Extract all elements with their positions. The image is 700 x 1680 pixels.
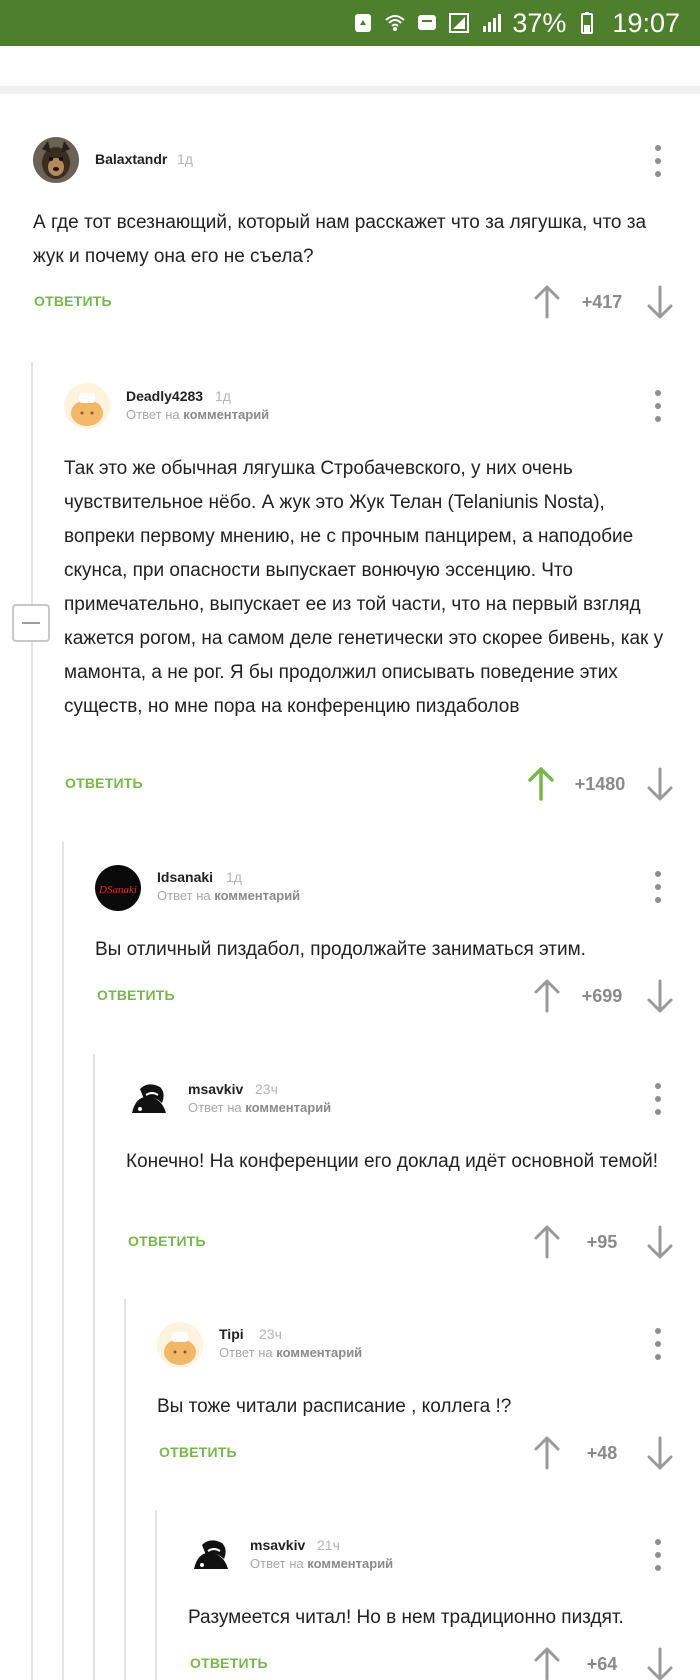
reply-to-prefix: Ответ на <box>126 407 180 422</box>
battery-percent: 37% <box>512 7 567 38</box>
comment-time: 1д <box>226 869 242 885</box>
status-bar: 37% 19:07 <box>0 0 700 46</box>
username[interactable]: Idsanaki <box>157 869 213 885</box>
reply-to-prefix: Ответ на <box>219 1345 273 1360</box>
comment-time: 23ч <box>255 1081 278 1097</box>
reply-to-link[interactable]: комментарий <box>214 888 300 903</box>
comment-score: +417 <box>581 292 623 312</box>
reply-button[interactable]: ОТВЕТИТЬ <box>128 1233 206 1249</box>
downvote-icon[interactable] <box>646 1436 674 1470</box>
reply-to-prefix: Ответ на <box>188 1100 242 1115</box>
message-icon <box>416 12 438 34</box>
recycle-notification-icon <box>352 12 374 34</box>
avatar[interactable] <box>33 137 79 183</box>
avatar[interactable]: DSanaki <box>95 865 141 911</box>
avatar[interactable] <box>64 383 110 429</box>
avatar[interactable] <box>126 1077 172 1123</box>
comment-text: А где тот всезнающий, который нам расска… <box>33 212 647 267</box>
comment-time: 1д <box>177 151 193 167</box>
thread-line <box>155 1510 157 1680</box>
wifi-icon <box>384 12 406 34</box>
reply-to-prefix: Ответ на <box>157 888 211 903</box>
username[interactable]: msavkiv <box>250 1537 305 1553</box>
avatar[interactable] <box>188 1533 234 1579</box>
upvote-icon[interactable] <box>527 767 555 801</box>
cell-signal-icon <box>480 12 502 34</box>
upvote-icon[interactable] <box>533 285 561 319</box>
comment-score: +699 <box>581 986 623 1006</box>
comment-score: +95 <box>586 1232 618 1252</box>
reply-button[interactable]: ОТВЕТИТЬ <box>159 1444 237 1460</box>
reply-to-line: Ответ на комментарий <box>219 1345 362 1360</box>
comment-text: Разумеется читал! Но в нем традиционно п… <box>188 1607 624 1628</box>
comment-text: Вы отличный пиздабол, продолжайте занима… <box>95 939 586 960</box>
divider <box>0 86 700 94</box>
reply-to-link[interactable]: комментарий <box>276 1345 362 1360</box>
more-options-icon[interactable] <box>648 145 668 177</box>
thread-line <box>31 362 33 1680</box>
reply-to-line: Ответ на комментарий <box>126 407 269 422</box>
comment-text: Вы тоже читали расписание , коллега !? <box>157 1396 512 1417</box>
thread-line <box>62 842 64 1680</box>
comment-time: 1д <box>215 388 231 404</box>
reply-to-link[interactable]: комментарий <box>245 1100 331 1115</box>
comment-time: 21ч <box>317 1537 340 1553</box>
thread-line <box>124 1299 126 1680</box>
reply-button[interactable]: ОТВЕТИТЬ <box>34 293 112 309</box>
post-toolbar <box>0 46 700 86</box>
reply-to-link[interactable]: комментарий <box>183 407 269 422</box>
upvote-icon[interactable] <box>533 1225 561 1259</box>
more-options-icon[interactable] <box>648 1083 668 1115</box>
reply-button[interactable]: ОТВЕТИТЬ <box>97 987 175 1003</box>
clock: 19:07 <box>612 7 680 38</box>
reply-to-line: Ответ на комментарий <box>157 888 300 903</box>
comment-time: 23ч <box>259 1326 282 1342</box>
username[interactable]: msavkiv <box>188 1081 243 1097</box>
comment-score: +64 <box>586 1654 618 1674</box>
upvote-icon[interactable] <box>533 979 561 1013</box>
more-options-icon[interactable] <box>648 390 668 422</box>
comment-text: Конечно! На конференции его доклад идёт … <box>126 1151 659 1172</box>
reply-to-prefix: Ответ на <box>250 1556 304 1571</box>
battery-icon <box>576 12 598 34</box>
comment-score: +1480 <box>574 774 626 794</box>
comment: msavkiv 21ч Ответ на комментарий Разумее… <box>0 0 700 1680</box>
more-options-icon[interactable] <box>648 871 668 903</box>
collapse-thread-button[interactable] <box>12 604 50 642</box>
comment-score: +48 <box>586 1443 618 1463</box>
reply-button[interactable]: ОТВЕТИТЬ <box>65 775 143 791</box>
downvote-icon[interactable] <box>646 979 674 1013</box>
downvote-icon[interactable] <box>646 285 674 319</box>
thread-line <box>93 1054 95 1680</box>
username[interactable]: Balaxtandr <box>95 151 167 167</box>
downvote-icon[interactable] <box>646 1225 674 1259</box>
reply-to-link[interactable]: комментарий <box>307 1556 393 1571</box>
more-options-icon[interactable] <box>648 1328 668 1360</box>
avatar[interactable] <box>157 1322 203 1368</box>
svg-text:DSanaki: DSanaki <box>98 884 137 896</box>
username[interactable]: Deadly4283 <box>126 388 203 404</box>
username[interactable]: Tipi <box>219 1326 244 1342</box>
reply-to-line: Ответ на комментарий <box>250 1556 393 1571</box>
signal-icon <box>448 12 470 34</box>
downvote-icon[interactable] <box>646 1647 674 1680</box>
upvote-icon[interactable] <box>533 1647 561 1680</box>
reply-to-line: Ответ на комментарий <box>188 1100 331 1115</box>
upvote-icon[interactable] <box>533 1436 561 1470</box>
downvote-icon[interactable] <box>646 767 674 801</box>
reply-button[interactable]: ОТВЕТИТЬ <box>190 1655 268 1671</box>
more-options-icon[interactable] <box>648 1539 668 1571</box>
comment-text: Так это же обычная лягушка Стробачевског… <box>64 458 664 717</box>
